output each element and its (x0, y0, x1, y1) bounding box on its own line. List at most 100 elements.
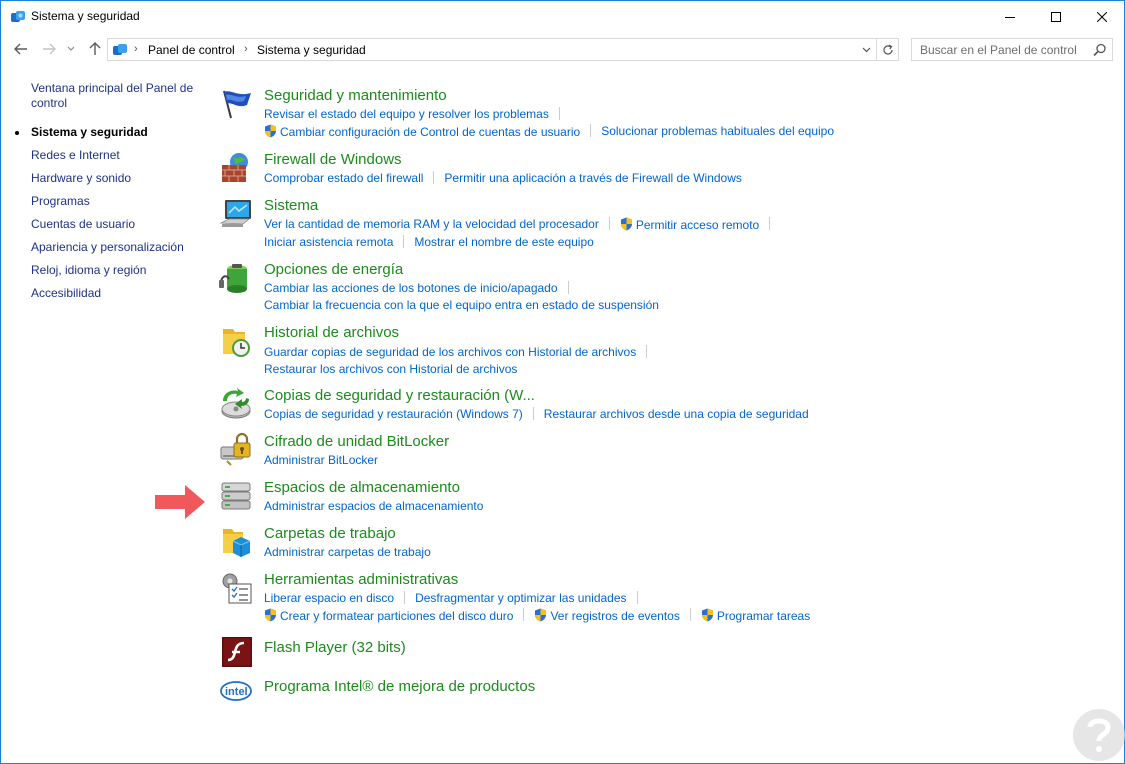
category-title[interactable]: Sistema (264, 197, 318, 214)
schedule-tasks-link[interactable]: Programar tareas (701, 608, 810, 623)
watermark-logo-icon (1073, 709, 1125, 761)
svg-text:intel: intel (225, 686, 248, 698)
sidebar-item-clock-region[interactable]: Reloj, idioma y región (31, 263, 201, 278)
sidebar-item-user-accounts[interactable]: Cuentas de usuario (31, 217, 201, 232)
backup-icon (221, 388, 251, 419)
backup-restore-win7-link[interactable]: Copias de seguridad y restauración (Wind… (264, 407, 523, 421)
firewall-status-link[interactable]: Comprobar estado del firewall (264, 171, 423, 185)
computer-name-link[interactable]: Mostrar el nombre de este equipo (414, 235, 593, 249)
breadcrumb-separator-icon[interactable]: › (244, 43, 248, 55)
navigation-bar: › Panel de control › Sistema y seguridad (1, 34, 1124, 64)
manage-work-folders-link[interactable]: Administrar carpetas de trabajo (264, 545, 431, 559)
disk-cleanup-link[interactable]: Liberar espacio en disco (264, 591, 394, 605)
troubleshoot-link[interactable]: Solucionar problemas habituales del equi… (601, 124, 834, 138)
link-row: Administrar espacios de almacenamiento (264, 499, 483, 515)
uac-settings-link[interactable]: Cambiar configuración de Control de cuen… (264, 124, 580, 139)
category-title[interactable]: Programa Intel® de mejora de productos (264, 678, 535, 695)
sidebar-item-network-internet[interactable]: Redes e Internet (31, 148, 201, 163)
uac-shield-icon (265, 608, 276, 622)
recent-locations-button[interactable] (64, 39, 78, 59)
link-separator (769, 217, 771, 230)
maximize-button[interactable] (1033, 1, 1079, 32)
control-panel-window: Sistema y seguridad › Panel de control ›… (0, 0, 1125, 764)
category-title[interactable]: Flash Player (32 bits) (264, 639, 406, 656)
file-history-icon (223, 329, 250, 357)
allow-remote-access-link[interactable]: Permitir acceso remoto (620, 217, 759, 232)
sidebar-item-programs[interactable]: Programas (31, 194, 201, 209)
address-history-button[interactable] (857, 39, 875, 60)
sidebar-item-hardware-sound[interactable]: Hardware y sonido (31, 171, 201, 186)
storage-spaces-icon (221, 482, 251, 510)
sidebar-item-appearance[interactable]: Apariencia y personalización (31, 240, 201, 255)
link-row: Ver la cantidad de memoria RAM y la velo… (264, 217, 780, 233)
category-title[interactable]: Firewall de Windows (264, 151, 402, 168)
link-row: Copias de seguridad y restauración (Wind… (264, 407, 809, 423)
review-status-link[interactable]: Revisar el estado del equipo y resolver … (264, 107, 549, 121)
link-row: Iniciar asistencia remota Mostrar el nomb… (264, 235, 594, 251)
backup-files-history-link[interactable]: Guardar copias de seguridad de los archi… (264, 345, 636, 359)
search-input[interactable] (912, 39, 1092, 60)
event-logs-link[interactable]: Ver registros de eventos (534, 608, 680, 623)
title-bar[interactable]: Sistema y seguridad (1, 1, 1124, 32)
breadcrumb-control-panel[interactable]: Panel de control (148, 43, 235, 57)
manage-storage-spaces-link[interactable]: Administrar espacios de almacenamiento (264, 499, 483, 513)
back-button[interactable] (11, 39, 31, 59)
restore-from-backup-link[interactable]: Restaurar archivos desde una copia de se… (544, 407, 809, 421)
uac-shield-icon (701, 608, 713, 622)
link-separator (558, 107, 560, 120)
category-title[interactable]: Opciones de energía (264, 261, 403, 278)
link-separator (689, 608, 691, 621)
power-buttons-link[interactable]: Cambiar las acciones de los botones de i… (264, 281, 558, 295)
minimize-button[interactable] (987, 1, 1033, 32)
link-row: Restaurar los archivos con Historial de … (264, 362, 517, 378)
intel-icon: intel (220, 681, 252, 701)
link-row: Crear y formatear particiones del disco … (264, 608, 810, 624)
link-row: Administrar carpetas de trabajo (264, 545, 431, 561)
allow-app-firewall-link[interactable]: Permitir una aplicación a través de Fire… (444, 171, 741, 185)
breadcrumb-separator-icon[interactable]: › (134, 43, 138, 55)
address-bar[interactable]: › Panel de control › Sistema y seguridad (107, 38, 899, 61)
link-separator (646, 345, 648, 358)
category-title[interactable]: Herramientas administrativas (264, 571, 458, 588)
manage-bitlocker-link[interactable]: Administrar BitLocker (264, 453, 378, 467)
back-arrow-icon (14, 43, 27, 55)
forward-arrow-icon (43, 43, 56, 55)
restore-files-history-link[interactable]: Restaurar los archivos con Historial de … (264, 362, 517, 376)
view-ram-cpu-link[interactable]: Ver la cantidad de memoria RAM y la velo… (264, 217, 599, 231)
control-panel-icon (113, 44, 127, 55)
link-row: Revisar el estado del equipo y resolver … (264, 107, 570, 123)
up-button[interactable] (85, 39, 105, 59)
maximize-icon (1051, 11, 1061, 22)
sleep-frequency-link[interactable]: Cambiar la frecuencia con la que el equi… (264, 298, 659, 312)
category-title[interactable]: Cifrado de unidad BitLocker (264, 433, 449, 450)
link-separator (523, 608, 525, 621)
link-row: Guardar copias de seguridad de los archi… (264, 345, 657, 361)
sidebar-item-accessibility[interactable]: Accesibilidad (31, 286, 201, 301)
link-row: Cambiar las acciones de los botones de i… (264, 281, 579, 297)
minimize-icon (1005, 16, 1015, 18)
remote-assistance-link[interactable]: Iniciar asistencia remota (264, 235, 393, 249)
defragment-link[interactable]: Desfragmentar y optimizar las unidades (415, 591, 626, 605)
category-title[interactable]: Seguridad y mantenimiento (264, 87, 447, 104)
refresh-button[interactable] (876, 39, 898, 60)
category-title[interactable]: Copias de seguridad y restauración (W... (264, 387, 535, 404)
category-title[interactable]: Espacios de almacenamiento (264, 479, 460, 496)
bitlocker-icon (220, 433, 251, 466)
category-title[interactable]: Historial de archivos (264, 324, 399, 341)
category-title[interactable]: Carpetas de trabajo (264, 525, 396, 542)
sidebar-item-system-security: Sistema y seguridad (15, 125, 201, 140)
computer-icon (219, 200, 251, 227)
chevron-down-icon (67, 46, 75, 51)
breadcrumb-system-security[interactable]: Sistema y seguridad (257, 43, 366, 57)
forward-button[interactable] (39, 39, 59, 59)
sidebar-item-control-panel-home[interactable]: Ventana principal del Panel de control (31, 81, 196, 111)
close-button[interactable] (1079, 1, 1125, 32)
link-separator (433, 171, 435, 184)
window-title: Sistema y seguridad (31, 9, 140, 23)
disk-partitions-link[interactable]: Crear y formatear particiones del disco … (264, 608, 513, 623)
link-separator (404, 591, 406, 604)
control-panel-icon (11, 11, 25, 22)
uac-shield-icon (265, 124, 276, 138)
search-icon[interactable] (1093, 43, 1107, 57)
search-box[interactable] (911, 38, 1113, 61)
